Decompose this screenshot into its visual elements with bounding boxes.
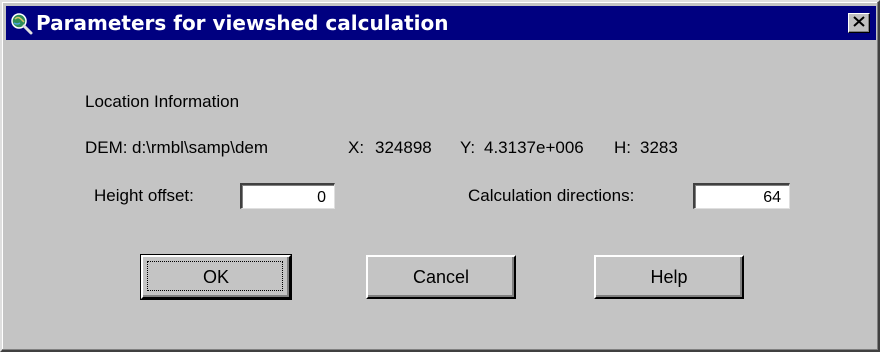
calculation-directions-label: Calculation directions: — [468, 186, 635, 205]
cancel-button[interactable]: Cancel — [366, 255, 516, 299]
viewshed-dialog: Parameters for viewshed calculation Loca… — [0, 0, 880, 352]
help-button-label: Help — [650, 266, 688, 287]
location-information-heading: Location Information — [85, 92, 240, 111]
x-value: 324898 — [375, 138, 432, 157]
magnifier-globe-icon — [9, 11, 33, 35]
close-button[interactable] — [848, 13, 870, 33]
ok-button[interactable]: OK — [140, 254, 292, 300]
calculation-directions-input[interactable] — [693, 183, 790, 209]
cancel-button-label: Cancel — [412, 266, 470, 287]
h-label: H: — [614, 138, 631, 157]
window-title: Parameters for viewshed calculation — [36, 11, 449, 35]
x-label: X: — [348, 138, 365, 157]
height-offset-input[interactable] — [240, 183, 335, 209]
height-offset-label: Height offset: — [94, 186, 194, 205]
dem-value: d:\rmbl\samp\dem — [132, 138, 269, 157]
close-x-icon — [853, 14, 865, 32]
title-bar[interactable]: Parameters for viewshed calculation — [6, 6, 876, 40]
y-label: Y: — [460, 138, 476, 157]
h-value: 3283 — [640, 138, 678, 157]
dem-label: DEM: — [85, 138, 128, 157]
help-button[interactable]: Help — [594, 255, 744, 299]
y-value: 4.3137e+006 — [484, 138, 584, 157]
ok-button-label: OK — [202, 266, 229, 287]
